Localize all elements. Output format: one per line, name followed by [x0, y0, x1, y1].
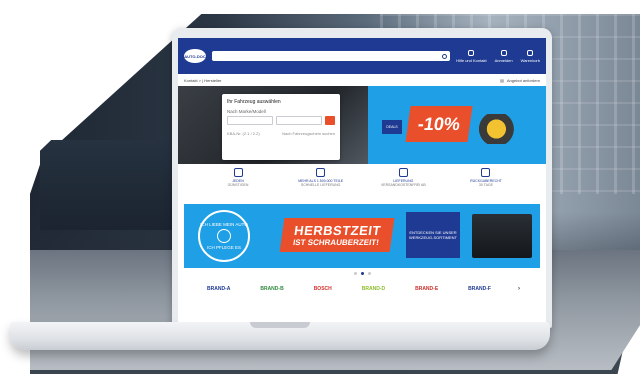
user-icon — [500, 49, 507, 56]
feature-sub: VERSANDKOSTENFREI AB — [380, 183, 426, 188]
feature-item: MEHR ALS 1.500.000 TEILE SCHNELLE LIEFER… — [291, 168, 351, 204]
toolcase-image — [472, 214, 532, 258]
headline-line-2: IST SCHRAUBERZEIT! — [292, 238, 380, 247]
document-icon: ▤ — [500, 77, 504, 83]
help-icon — [468, 49, 475, 56]
carousel-dots — [178, 268, 546, 278]
marketing-scene: AUTO-DOC Hilfe und Kontakt Anmelden Ware… — [0, 0, 640, 388]
sub-bar: Kontakt > | Hersteller ▤ Angebot anforde… — [178, 74, 546, 86]
smiley-icon — [217, 229, 231, 243]
campaign-headline: HERBSTZEIT IST SCHRAUBERZEIT! — [279, 218, 395, 252]
package-icon — [316, 168, 326, 177]
campaign-banner[interactable]: ICH LIEBE MEIN AUTO ICH PFLEGE ES HERBST… — [184, 204, 540, 268]
header-actions: Hilfe und Kontakt Anmelden Warenkorb — [456, 49, 540, 63]
brand-logo[interactable]: BRAND-D — [359, 285, 388, 293]
vehicle-card-title: Ihr Fahrzeug auswählen — [227, 99, 281, 105]
feature-row: JEDEN GÜNSTIGEN MEHR ALS 1.500.000 TEILE… — [178, 164, 546, 204]
headline-line-1: HERBSTZEIT — [293, 223, 382, 238]
cart-icon — [527, 49, 534, 56]
cart-label: Warenkorb — [520, 57, 540, 63]
truck-icon — [398, 168, 408, 177]
brand-logo[interactable]: BOSCH — [311, 285, 335, 293]
carousel-dot-active[interactable] — [360, 271, 364, 275]
search-icon[interactable] — [442, 53, 448, 59]
brand-strip: BRAND-A BRAND-B BOSCH BRAND-D BRAND-E BR… — [178, 278, 546, 300]
search-input[interactable] — [212, 51, 451, 61]
hero: Ihr Fahrzeug auswählen Nach Marke/Modell… — [178, 86, 546, 164]
feature-sub: SCHNELLE LIEFERUNG — [300, 183, 341, 188]
chevron-right-icon[interactable]: › — [518, 286, 520, 292]
vehicle-fields — [227, 116, 335, 125]
promo-banner[interactable]: DEALS -10% — [368, 86, 546, 164]
shop-front — [40, 140, 180, 230]
login-button[interactable]: Anmelden — [494, 49, 513, 63]
registration-link[interactable]: Nach Fahrzeugschein suchen — [282, 131, 335, 136]
badge-bottom-text: ICH PFLEGE ES — [206, 245, 241, 250]
site-logo[interactable]: AUTO-DOC — [184, 49, 206, 63]
help-label: Hilfe und Kontakt — [456, 57, 487, 63]
offer-label: Angebot anfordern — [506, 77, 540, 83]
breadcrumb[interactable]: Kontakt > | Hersteller — [184, 78, 221, 83]
return-icon — [481, 168, 491, 177]
brand-select[interactable] — [227, 116, 273, 125]
offer-link[interactable]: ▤ Angebot anfordern — [500, 78, 540, 83]
sortiment-box: ENTDECKEN SIE UNSER WERKZEUG-SORTIMENT — [406, 212, 460, 258]
logo-text: AUTO-DOC — [184, 53, 206, 59]
feature-item: RÜCKGABERECHT 30 TAGE — [456, 168, 516, 204]
promo-tag: DEALS — [382, 120, 402, 134]
badge-top-text: ICH LIEBE MEIN AUTO — [200, 222, 248, 227]
brand-logo[interactable]: BRAND-F — [465, 285, 494, 293]
brand-logo[interactable]: BRAND-A — [204, 285, 233, 293]
laptop-notch — [250, 322, 310, 328]
vehicle-links: KBA-Nr. (2.1 / 2.2) Nach Fahrzeugschein … — [227, 131, 335, 136]
tools-image — [478, 114, 524, 144]
help-button[interactable]: Hilfe und Kontakt — [456, 49, 487, 63]
feature-item: JEDEN GÜNSTIGEN — [208, 168, 268, 204]
brand-logo[interactable]: BRAND-E — [412, 285, 441, 293]
kba-link[interactable]: KBA-Nr. (2.1 / 2.2) — [227, 131, 260, 136]
feature-sub: GÜNSTIGEN — [227, 183, 249, 188]
laptop-screen: AUTO-DOC Hilfe und Kontakt Anmelden Ware… — [178, 38, 546, 322]
sortiment-line-2: WERKZEUG-SORTIMENT — [409, 235, 457, 240]
carousel-dot[interactable] — [367, 271, 371, 275]
shield-icon — [233, 168, 243, 177]
discount-badge: -10% — [405, 106, 473, 142]
vehicle-field-label: Nach Marke/Modell — [227, 109, 266, 114]
brand-logo[interactable]: BRAND-B — [257, 285, 286, 293]
login-label: Anmelden — [494, 57, 513, 63]
feature-item: LIEFERUNG VERSANDKOSTENFREI AB — [373, 168, 433, 204]
feature-sub: 30 TAGE — [478, 183, 493, 188]
carousel-dot[interactable] — [353, 271, 357, 275]
vehicle-search-button[interactable] — [325, 116, 335, 125]
cart-button[interactable]: Warenkorb — [520, 49, 540, 63]
top-bar: AUTO-DOC Hilfe und Kontakt Anmelden Ware… — [178, 38, 546, 74]
round-badge: ICH LIEBE MEIN AUTO ICH PFLEGE ES — [198, 210, 250, 262]
hero-photo: Ihr Fahrzeug auswählen Nach Marke/Modell… — [178, 86, 368, 164]
vehicle-selector: Ihr Fahrzeug auswählen Nach Marke/Modell… — [222, 94, 340, 160]
model-select[interactable] — [276, 116, 322, 125]
